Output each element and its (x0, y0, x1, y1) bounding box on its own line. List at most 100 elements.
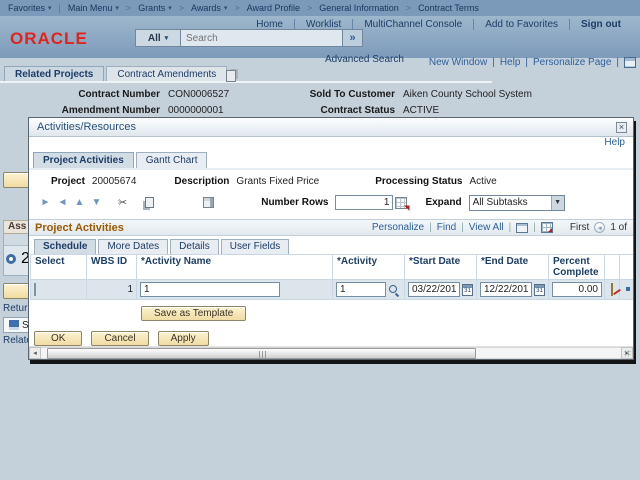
amendment-number-label: Amendment Number (0, 105, 160, 116)
column-activity: *Activity (333, 255, 405, 280)
caret-down-icon: ▼ (551, 196, 564, 210)
column-percent-complete: Percent Complete (549, 255, 605, 280)
apply-button[interactable]: Apply (158, 331, 209, 346)
breadcrumb: Favorites ▾ | Main Menu ▾ > Grants ▾ > A… (0, 0, 640, 16)
contract-status-value: ACTIVE (403, 105, 439, 116)
resize-grip[interactable] (624, 350, 631, 357)
search-go-button[interactable]: » (343, 29, 363, 47)
help-link[interactable]: Help (500, 57, 521, 68)
breadcrumb-separator: | (59, 3, 61, 13)
breadcrumb-separator: > (126, 3, 131, 13)
breadcrumb-item-general-information[interactable]: General Information (319, 3, 399, 13)
scroll-left-button[interactable]: ◂ (29, 347, 41, 359)
oracle-logo: ORACLE (10, 29, 88, 49)
search-scope-select[interactable]: All ▾ (135, 29, 181, 47)
column-icons (620, 255, 634, 280)
advanced-search-link[interactable]: Advanced Search (325, 54, 404, 65)
cut-icon[interactable]: ✂ (118, 196, 127, 209)
activity-notes-icon[interactable] (611, 283, 613, 296)
lookup-icon[interactable] (388, 284, 400, 296)
separator: | (525, 57, 528, 68)
breadcrumb-label: Main Menu (68, 3, 113, 13)
grid-header-bar: Project Activities Personalize | Find | … (29, 219, 633, 236)
insert-rows-icon[interactable] (395, 197, 407, 209)
move-row-down-icon[interactable]: ▼ (88, 197, 105, 208)
number-rows-input[interactable] (335, 195, 393, 210)
percent-complete-input[interactable] (552, 282, 602, 297)
personalize-layout-icon[interactable] (624, 57, 636, 68)
download-grid-icon[interactable] (541, 222, 553, 233)
breadcrumb-item-award-profile[interactable]: Award Profile (247, 3, 300, 13)
copy-document-icon[interactable] (226, 70, 236, 82)
nav-link-add-to-favorites[interactable]: Add to Favorites (474, 19, 570, 30)
ok-button[interactable]: OK (34, 331, 82, 346)
breadcrumb-item-main-menu[interactable]: Main Menu ▾ (68, 3, 119, 13)
caret-down-icon: ▾ (165, 34, 169, 42)
project-value: 20005674 (92, 176, 137, 187)
move-row-up-icon[interactable]: ▲ (71, 197, 88, 208)
separator: | (461, 222, 464, 233)
breadcrumb-item-awards[interactable]: Awards ▾ (191, 3, 227, 13)
calendar-icon[interactable] (534, 284, 545, 296)
activity-input[interactable] (336, 282, 386, 297)
breadcrumb-label: General Information (319, 3, 399, 13)
end-date-input[interactable] (480, 282, 532, 297)
breadcrumb-separator: > (234, 3, 239, 13)
grid-title: Project Activities (35, 222, 124, 234)
contract-number-value: CON0006527 (168, 89, 303, 100)
modal-help-link[interactable]: Help (604, 137, 625, 148)
contract-status-label: Contract Status (303, 105, 395, 116)
breadcrumb-label: Contract Terms (418, 3, 479, 13)
tab-details[interactable]: Details (170, 239, 219, 254)
scrollbar-thumb[interactable] (47, 348, 476, 359)
column-end-date: *End Date (477, 255, 549, 280)
select-checkbox[interactable] (34, 283, 36, 296)
tab-more-dates[interactable]: More Dates (98, 239, 168, 254)
tab-user-fields[interactable]: User Fields (221, 239, 290, 254)
column-icons (605, 255, 620, 280)
zoom-grid-icon[interactable] (516, 223, 528, 233)
start-date-input[interactable] (408, 282, 460, 297)
expand-select[interactable]: All Subtasks ▼ (469, 195, 565, 211)
contract-summary: Contract Number CON0006527 Sold To Custo… (0, 87, 640, 119)
amendment-number-value: 0000000001 (168, 105, 303, 116)
application-window: Favorites ▾ | Main Menu ▾ > Grants ▾ > A… (0, 0, 640, 480)
calendar-icon[interactable] (462, 284, 473, 296)
caret-down-icon: ▾ (168, 4, 172, 12)
column-wbs-id: WBS ID (87, 255, 137, 280)
horizontal-scrollbar: ◂ ▸ (29, 346, 633, 359)
view-all-link[interactable]: View All (469, 222, 504, 233)
tab-gantt-chart[interactable]: Gantt Chart (136, 152, 208, 168)
personalize-link[interactable]: Personalize (372, 222, 424, 233)
scrollbar-track[interactable] (41, 347, 621, 359)
paste-icon[interactable] (203, 197, 214, 208)
tab-project-activities[interactable]: Project Activities (33, 152, 134, 168)
move-row-right-icon[interactable]: ► (37, 197, 54, 208)
close-button[interactable]: × (616, 122, 627, 133)
number-rows-label: Number Rows (261, 197, 328, 208)
new-window-link[interactable]: New Window (429, 57, 487, 68)
find-link[interactable]: Find (437, 222, 456, 233)
breadcrumb-item-contract-terms[interactable]: Contract Terms (418, 3, 479, 13)
pager-previous-icon[interactable]: ◂ (594, 222, 605, 233)
tab-schedule[interactable]: Schedule (34, 239, 96, 254)
cancel-button[interactable]: Cancel (91, 331, 148, 346)
personalize-page-link[interactable]: Personalize Page (533, 57, 611, 68)
nav-link-sign-out[interactable]: Sign out (570, 19, 632, 30)
nav-link-multichannel-console[interactable]: MultiChannel Console (353, 19, 474, 30)
project-label: Project (51, 176, 85, 187)
activity-name-input[interactable] (140, 282, 280, 297)
breadcrumb-item-favorites[interactable]: Favorites ▾ (8, 3, 52, 13)
return-link[interactable]: Retur (3, 303, 27, 314)
search-widget: All ▾ » (135, 29, 363, 47)
description-value: Grants Fixed Price (236, 176, 319, 187)
breadcrumb-separator: > (307, 3, 312, 13)
separator: | (429, 222, 432, 233)
processing-status-label: Processing Status (375, 176, 462, 187)
save-as-template-button[interactable]: Save as Template (141, 306, 246, 321)
search-input[interactable] (181, 29, 343, 47)
copy-icon[interactable] (145, 197, 154, 208)
breadcrumb-item-grants[interactable]: Grants ▾ (138, 3, 172, 13)
move-row-left-icon[interactable]: ◄ (54, 197, 71, 208)
radio-icon[interactable] (6, 254, 16, 264)
